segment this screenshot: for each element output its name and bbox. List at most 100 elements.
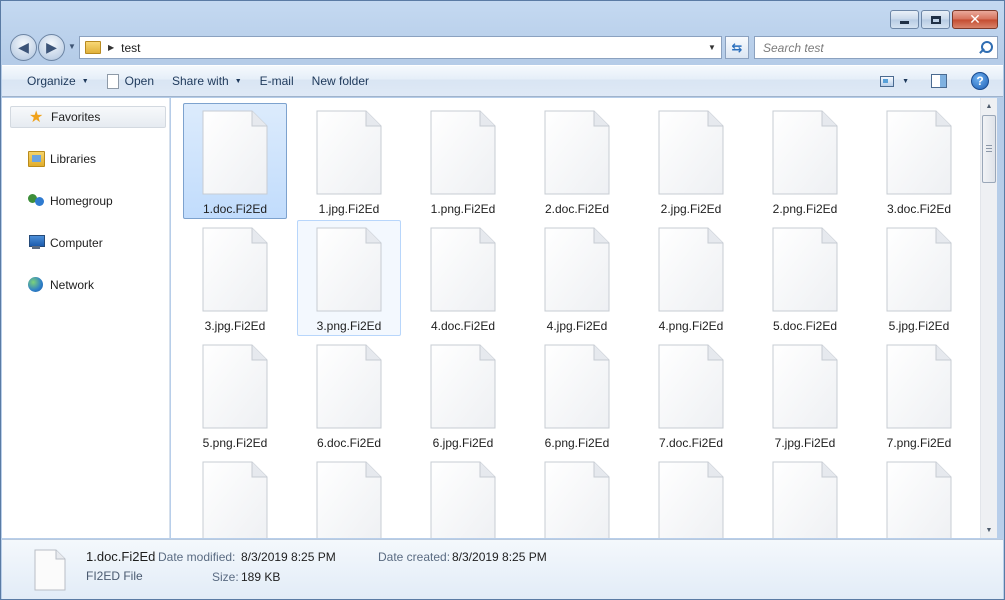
share-with-button[interactable]: Share with ▼ — [163, 69, 251, 93]
file-name: 4.jpg.Fi2Ed — [546, 319, 608, 333]
file-item[interactable]: 6.doc.Fi2Ed — [297, 337, 401, 453]
file-name: 6.png.Fi2Ed — [544, 436, 610, 450]
file-item[interactable]: 3.doc.Fi2Ed — [867, 103, 971, 219]
open-button[interactable]: Open — [98, 69, 163, 93]
vertical-scrollbar[interactable]: ▲ ▼ — [980, 98, 997, 538]
date-modified-value: 8/3/2019 8:25 PM — [241, 550, 336, 564]
file-item[interactable]: 6.png.Fi2Ed — [525, 337, 629, 453]
scroll-down-icon[interactable]: ▼ — [981, 522, 997, 538]
maximize-button[interactable] — [921, 10, 950, 29]
file-icon — [202, 227, 268, 312]
file-icon — [202, 344, 268, 429]
minimize-button[interactable] — [890, 10, 919, 29]
file-item[interactable]: 2.doc.Fi2Ed — [525, 103, 629, 219]
file-item[interactable]: 3.jpg.Fi2Ed — [183, 220, 287, 336]
search-icon[interactable] — [976, 39, 994, 57]
view-options-chevron-icon[interactable]: ▼ — [902, 78, 909, 85]
share-with-label: Share with — [172, 74, 229, 88]
file-item[interactable]: 1.jpg.Fi2Ed — [297, 103, 401, 219]
file-item[interactable]: 2.jpg.Fi2Ed — [639, 103, 743, 219]
file-item[interactable]: 1.doc.Fi2Ed — [183, 103, 287, 219]
file-icon — [202, 461, 268, 538]
back-button[interactable]: ◀ — [10, 34, 37, 61]
file-icon — [430, 461, 496, 538]
file-name: 5.png.Fi2Ed — [202, 436, 268, 450]
nav-item-network[interactable]: Network — [10, 274, 166, 296]
recent-pages-dropdown[interactable]: ▼ — [68, 42, 76, 51]
file-item[interactable] — [297, 454, 401, 538]
file-item[interactable] — [753, 454, 857, 538]
file-item[interactable]: 7.jpg.Fi2Ed — [753, 337, 857, 453]
file-item[interactable]: 1.png.Fi2Ed — [411, 103, 515, 219]
file-item[interactable]: 4.jpg.Fi2Ed — [525, 220, 629, 336]
forward-button[interactable]: ▶ — [38, 34, 65, 61]
refresh-button[interactable]: ⇆ — [725, 36, 749, 59]
file-icon — [886, 227, 952, 312]
minimize-icon — [900, 21, 909, 24]
file-item[interactable]: 5.png.Fi2Ed — [183, 337, 287, 453]
new-folder-button[interactable]: New folder — [303, 69, 378, 93]
file-name: 3.jpg.Fi2Ed — [204, 319, 266, 333]
file-icon — [202, 110, 268, 195]
file-icon — [886, 110, 952, 195]
file-name: 6.doc.Fi2Ed — [316, 436, 382, 450]
file-item[interactable]: 4.png.Fi2Ed — [639, 220, 743, 336]
file-icon — [886, 344, 952, 429]
date-created-label: Date created: — [378, 550, 451, 564]
file-item[interactable]: 5.jpg.Fi2Ed — [867, 220, 971, 336]
network-icon — [28, 277, 43, 292]
toolbar-right: ▼ ? — [880, 72, 1003, 90]
breadcrumb-chevron-icon[interactable]: ▶ — [108, 43, 114, 52]
search-input[interactable] — [755, 40, 976, 55]
nav-item-computer[interactable]: Computer — [10, 232, 166, 254]
address-dropdown-icon[interactable]: ▼ — [703, 43, 721, 52]
preview-pane-icon[interactable] — [931, 74, 947, 88]
file-icon — [658, 110, 724, 195]
file-name: 6.jpg.Fi2Ed — [432, 436, 494, 450]
search-box[interactable] — [754, 36, 998, 59]
open-label: Open — [124, 74, 154, 88]
file-item[interactable] — [411, 454, 515, 538]
nav-item-favorites[interactable]: ★ Favorites — [10, 106, 166, 128]
file-icon — [430, 227, 496, 312]
breadcrumb-test[interactable]: test — [121, 41, 140, 55]
help-icon[interactable]: ? — [971, 72, 989, 90]
change-view-icon[interactable] — [880, 75, 895, 87]
email-button[interactable]: E-mail — [251, 69, 303, 93]
file-name: 1.jpg.Fi2Ed — [318, 202, 380, 216]
file-item[interactable]: 4.doc.Fi2Ed — [411, 220, 515, 336]
file-item[interactable] — [525, 454, 629, 538]
scroll-up-icon[interactable]: ▲ — [981, 98, 997, 114]
address-bar[interactable]: ▶ test ▼ — [79, 36, 722, 59]
file-item[interactable] — [639, 454, 743, 538]
file-name: 5.doc.Fi2Ed — [772, 319, 838, 333]
file-icon — [544, 227, 610, 312]
nav-item-libraries[interactable]: Libraries — [10, 148, 166, 170]
file-item[interactable] — [183, 454, 287, 538]
file-item[interactable]: 2.png.Fi2Ed — [753, 103, 857, 219]
chevron-down-icon: ▼ — [234, 77, 242, 85]
file-name: 5.jpg.Fi2Ed — [888, 319, 950, 333]
file-item[interactable]: 7.doc.Fi2Ed — [639, 337, 743, 453]
command-bar: Organize ▼ Open Share with ▼ E-mail New fo… — [2, 65, 1003, 97]
file-icon — [430, 110, 496, 195]
organize-button[interactable]: Organize ▼ — [18, 69, 98, 93]
refresh-icon: ⇆ — [731, 39, 743, 55]
star-icon: ★ — [29, 107, 44, 126]
file-icon — [772, 110, 838, 195]
file-item[interactable] — [867, 454, 971, 538]
nav-item-homegroup[interactable]: Homegroup — [10, 190, 166, 212]
file-item[interactable]: 7.png.Fi2Ed — [867, 337, 971, 453]
close-button[interactable]: ✕ — [952, 10, 998, 29]
file-icon — [316, 227, 382, 312]
file-name: 2.png.Fi2Ed — [772, 202, 838, 216]
organize-label: Organize — [27, 74, 76, 88]
file-item[interactable]: 5.doc.Fi2Ed — [753, 220, 857, 336]
file-icon — [316, 461, 382, 538]
file-name: 2.jpg.Fi2Ed — [660, 202, 722, 216]
scrollbar-thumb[interactable] — [982, 115, 996, 183]
date-created-value: 8/3/2019 8:25 PM — [452, 550, 547, 564]
details-pane: 1.doc.Fi2Ed FI2ED File Date modified: 8/… — [2, 539, 1003, 599]
file-item[interactable]: 3.png.Fi2Ed — [297, 220, 401, 336]
file-item[interactable]: 6.jpg.Fi2Ed — [411, 337, 515, 453]
